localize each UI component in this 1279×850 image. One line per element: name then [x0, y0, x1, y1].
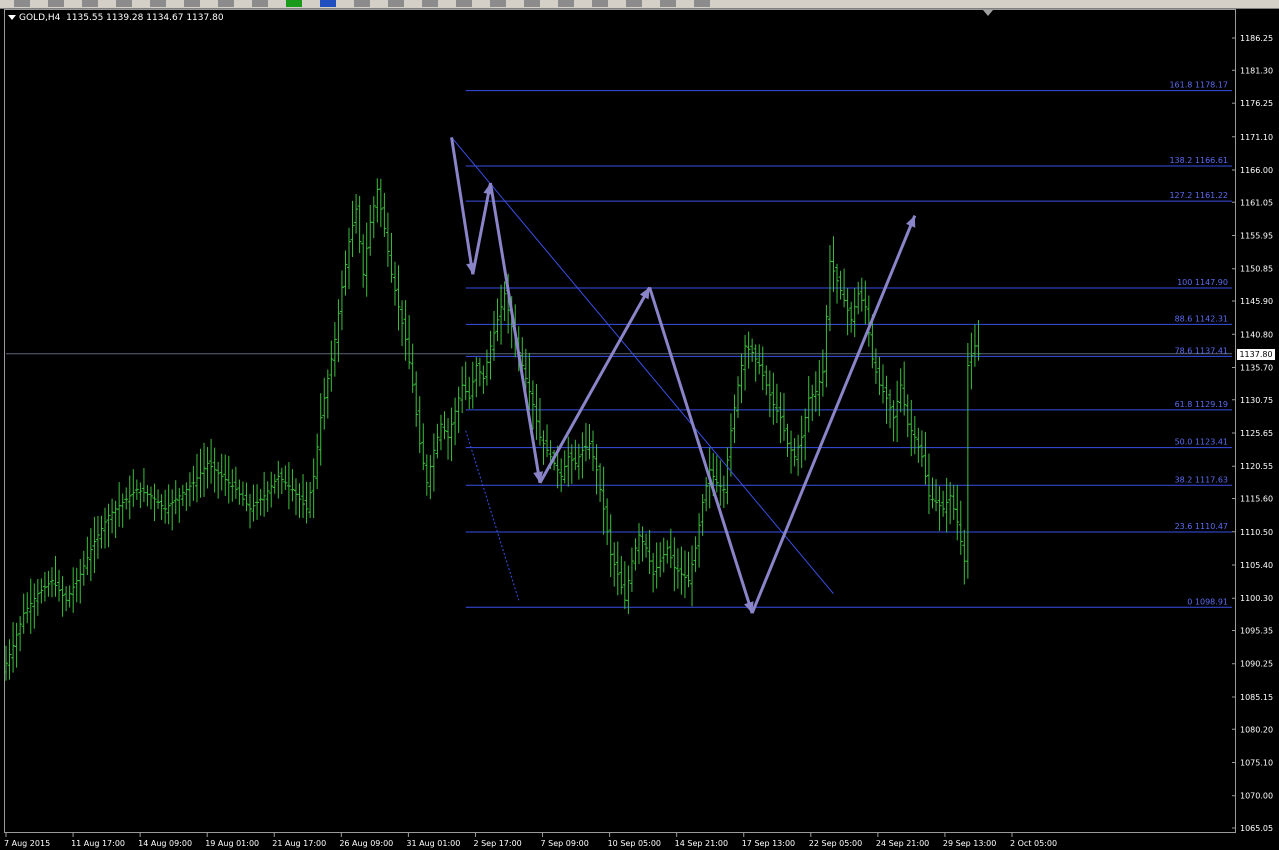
x-axis-label: 14 Aug 09:00	[138, 839, 192, 848]
y-axis-label: 1105.40	[1240, 561, 1273, 570]
x-axis-label: 21 Aug 17:00	[272, 839, 326, 848]
dotted-trendline[interactable]	[465, 430, 520, 601]
y-axis-label: 1085.15	[1240, 693, 1273, 702]
x-axis-label: 7 Aug 2015	[4, 839, 50, 848]
x-axis-label: 24 Sep 21:00	[876, 839, 929, 848]
x-axis-label: 14 Sep 21:00	[675, 839, 728, 848]
y-axis-label: 1080.20	[1240, 725, 1273, 734]
x-axis-label: 22 Sep 05:00	[809, 839, 862, 848]
pattern-arrow[interactable]	[648, 286, 754, 614]
symbol-timeframe: GOLD,H4	[19, 13, 61, 23]
y-axis-label: 1145.90	[1240, 297, 1273, 306]
fib-level-label: 100 1147.90	[1177, 278, 1228, 287]
fib-level-label: 23.6 1110.47	[1175, 522, 1228, 531]
y-axis-label: 1125.65	[1240, 429, 1273, 438]
x-axis-label: 7 Sep 09:00	[541, 839, 589, 848]
chart-shift-marker-icon[interactable]	[983, 10, 993, 16]
x-axis-label: 26 Aug 09:00	[339, 839, 393, 848]
y-axis-label: 1135.70	[1240, 363, 1273, 372]
x-axis-label: 11 Aug 17:00	[71, 839, 125, 848]
y-axis-label: 1181.30	[1240, 66, 1273, 75]
y-axis-label: 1171.10	[1240, 133, 1273, 142]
y-axis-label: 1065.05	[1240, 824, 1273, 833]
price-chart[interactable]: 161.8 1178.17 138.2 1166.61 127.2 1161.22 1…	[0, 0, 1279, 850]
fib-level-label: 138.2 1166.61	[1169, 156, 1228, 165]
fib-level-label: 88.6 1142.31	[1175, 314, 1228, 323]
x-axis-label: 2 Oct 05:00	[1010, 839, 1057, 848]
y-axis-label: 1070.00	[1240, 792, 1273, 801]
fib-level-label: 38.2 1117.63	[1175, 475, 1228, 484]
y-axis-label: 1095.35	[1240, 627, 1273, 636]
y-axis-label: 1150.85	[1240, 265, 1273, 274]
ohlc-values: 1135.55 1139.28 1134.67 1137.80	[66, 13, 224, 23]
y-axis-label: 1100.30	[1240, 594, 1273, 603]
fib-level-label: 61.8 1129.19	[1175, 400, 1228, 409]
y-axis-label: 1161.05	[1240, 198, 1273, 207]
fib-level-label: 0 1098.91	[1187, 597, 1228, 606]
y-axis-label: 1090.25	[1240, 660, 1273, 669]
x-axis-label: 31 Aug 01:00	[406, 839, 460, 848]
pattern-arrow[interactable]	[538, 286, 651, 484]
fib-level-label: 50.0 1123.41	[1175, 438, 1228, 447]
y-axis-label: 1120.55	[1240, 462, 1273, 471]
symbol-header: GOLD,H4 1135.55 1139.28 1134.67 1137.80	[8, 13, 224, 23]
x-axis-label: 29 Sep 13:00	[943, 839, 996, 848]
y-axis-label: 1075.10	[1240, 758, 1273, 767]
fib-level-label: 161.8 1178.17	[1169, 81, 1228, 90]
x-axis-label: 10 Sep 05:00	[608, 839, 661, 848]
y-axis-label: 1166.00	[1240, 166, 1273, 175]
y-axis-label: 1130.75	[1240, 396, 1273, 405]
current-price-label: 1137.80	[1237, 349, 1275, 360]
dropdown-triangle-icon[interactable]	[8, 15, 16, 20]
x-axis-label: 17 Sep 13:00	[742, 839, 795, 848]
y-axis-label: 1110.50	[1240, 528, 1273, 537]
pattern-arrow[interactable]	[450, 137, 475, 275]
pattern-arrow[interactable]	[471, 182, 492, 275]
y-axis-label: 1115.60	[1240, 495, 1273, 504]
y-axis-label: 1155.95	[1240, 232, 1273, 241]
y-axis-label: 1176.25	[1240, 99, 1273, 108]
fib-level-label: 127.2 1161.22	[1169, 191, 1228, 200]
x-axis-label: 2 Sep 17:00	[473, 839, 521, 848]
x-axis-label: 19 Aug 01:00	[205, 839, 259, 848]
y-axis-label: 1140.80	[1240, 330, 1273, 339]
y-axis-label: 1186.25	[1240, 34, 1273, 43]
fib-level-label: 78.6 1137.41	[1175, 346, 1228, 355]
trendline[interactable]	[451, 137, 834, 594]
